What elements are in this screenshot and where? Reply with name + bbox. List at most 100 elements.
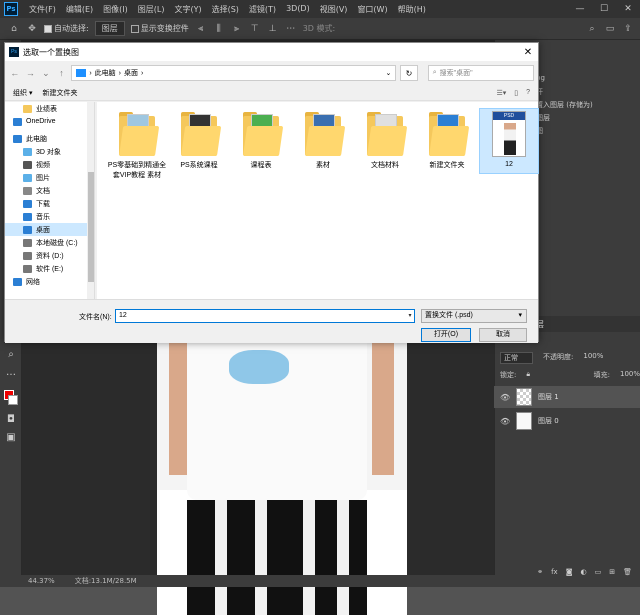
mask-icon[interactable]: ◙ [566,568,573,578]
breadcrumb-this-pc[interactable]: 此电脑 [95,68,116,78]
chevron-down-icon[interactable]: ⌄ [385,69,391,77]
quick-mask-icon[interactable]: ◘ [0,410,22,428]
forward-icon[interactable]: → [25,68,37,78]
maximize-icon[interactable]: ☐ [592,4,616,14]
file-item[interactable]: 素材 [293,108,353,170]
nav-folder-icon [13,134,22,143]
link-icon[interactable]: ⚭ [537,568,543,578]
file-item[interactable]: PS系统课程 [169,108,229,170]
auto-select-checkbox[interactable]: 自动选择: [44,23,89,34]
align-middle-icon[interactable]: ⊥ [267,23,279,35]
nav-item[interactable]: 业绩表 [5,102,94,115]
document-image[interactable] [157,340,407,615]
show-transform-checkbox[interactable]: 显示变换控件 [130,23,189,34]
menu-item[interactable]: 窗口(W) [352,4,392,15]
eye-icon[interactable]: 👁︎ [500,417,510,426]
align-right-icon[interactable]: ⫸ [231,23,243,35]
nav-hscrollbar[interactable] [5,300,95,308]
trash-icon[interactable]: 🗑︎ [623,568,632,578]
opacity-input[interactable]: 100% [583,352,603,364]
minimize-icon[interactable]: — [568,4,592,14]
background-color-swatch[interactable] [8,395,18,405]
open-button[interactable]: 打开(O) [421,328,471,342]
nav-item[interactable]: OneDrive [5,115,94,128]
menu-item[interactable]: 图像(I) [98,4,133,15]
new-layer-icon[interactable]: ⊞ [609,568,615,578]
zoom-level[interactable]: 44.37% [28,577,55,585]
workspace-icon[interactable]: ▭ [604,23,616,35]
menu-item[interactable]: 文件(F) [24,4,61,15]
filename-input[interactable]: 12 [115,309,415,323]
address-bar[interactable]: › 此电脑 › 桌面 › ⌄ [71,65,397,81]
menu-item[interactable]: 文字(Y) [169,4,206,15]
search-icon[interactable]: ⌕ [586,23,598,35]
menu-item[interactable]: 图层(L) [133,4,170,15]
nav-item[interactable]: 音乐 [5,210,94,223]
breadcrumb-desktop[interactable]: 桌面 [124,68,138,78]
nav-item-label: 图片 [36,174,50,182]
file-item[interactable]: PS零基础到精通全套VIP教程 素材 [107,108,167,180]
file-item[interactable]: 文档材料 [355,108,415,170]
home-icon[interactable]: ⌂ [8,23,20,35]
nav-item[interactable]: 3D 对象 [5,145,94,158]
close-icon[interactable]: ✕ [518,47,538,58]
adjustment-icon[interactable]: ◐ [581,568,587,578]
back-icon[interactable]: ← [9,68,21,78]
move-tool-icon[interactable]: ✥ [26,23,38,35]
nav-item[interactable]: 本地磁盘 (C:) [5,236,94,249]
folder-icon[interactable]: ▭ [595,568,602,578]
search-input[interactable]: ⌕ 搜索"桌面" [427,65,535,81]
nav-item[interactable]: 下载 [5,197,94,210]
layer-row[interactable]: 👁︎ 图层 0 [494,410,640,432]
extra-tools-icon[interactable]: … [0,363,22,381]
filetype-select[interactable]: 置换文件 (.psd) ▾ [421,309,527,323]
view-options-icon[interactable]: ☰▾ [496,89,506,97]
cancel-button[interactable]: 取消 [479,328,527,342]
nav-item[interactable]: 桌面 [5,223,94,236]
menu-item[interactable]: 视图(V) [315,4,353,15]
new-folder-button[interactable]: 新建文件夹 [42,88,77,98]
menu-item[interactable]: 滤镜(T) [244,4,281,15]
align-center-icon[interactable]: ⫼ [213,23,225,35]
help-icon[interactable]: ? [526,89,530,97]
organize-button[interactable]: 组织 ▾ [13,88,32,98]
file-item[interactable]: 课程表 [231,108,291,170]
share-icon[interactable]: ⇪ [622,23,634,35]
nav-item-label: OneDrive [26,118,56,125]
fx-button[interactable]: fx [551,568,558,578]
nav-item[interactable]: 此电脑 [5,132,94,145]
file-item[interactable]: PSD 12 [479,108,539,174]
auto-select-dropdown[interactable]: 图层 [94,21,125,36]
nav-item[interactable]: 软件 (E:) [5,262,94,275]
command-bar: 组织 ▾ 新建文件夹 ☰▾ ▯ ? [5,85,538,101]
menu-item[interactable]: 3D(D) [281,4,315,15]
chevron-down-icon[interactable]: ⌄ [40,68,52,79]
blend-mode-select[interactable]: 正常 [500,352,533,364]
nav-item[interactable]: 网络 [5,275,94,288]
up-icon[interactable]: ↑ [56,68,68,78]
menu-item[interactable]: 选择(S) [207,4,244,15]
zoom-tool-icon[interactable]: ⌕ [0,345,22,363]
nav-item[interactable]: 图片 [5,171,94,184]
history-item[interactable]: 置入图层 (存储为) [536,100,593,110]
distribute-icon[interactable]: ⋯ [285,23,297,35]
refresh-icon[interactable]: ↻ [400,65,418,81]
preview-pane-icon[interactable]: ▯ [514,89,518,97]
layer-row[interactable]: 👁︎ 图层 1 [494,386,640,408]
close-icon[interactable]: ✕ [616,4,640,14]
nav-item[interactable]: 文档 [5,184,94,197]
file-name: 12 [505,161,513,168]
chevron-down-icon[interactable]: ▾ [405,309,415,323]
menu-item[interactable]: 编辑(E) [61,4,98,15]
screen-mode-icon[interactable]: ▣ [0,428,22,446]
align-left-icon[interactable]: ⫷ [195,23,207,35]
nav-item[interactable]: 资料 (D:) [5,249,94,262]
fill-input[interactable]: 100% [620,370,640,380]
menu-item[interactable]: 帮助(H) [393,4,431,15]
align-top-icon[interactable]: ⊤ [249,23,261,35]
file-item[interactable]: 新建文件夹 [417,108,477,170]
lock-icon[interactable]: 🔒︎ [526,370,530,380]
nav-item[interactable]: 视频 [5,158,94,171]
nav-scrollbar[interactable] [87,102,94,299]
eye-icon[interactable]: 👁︎ [500,393,510,402]
